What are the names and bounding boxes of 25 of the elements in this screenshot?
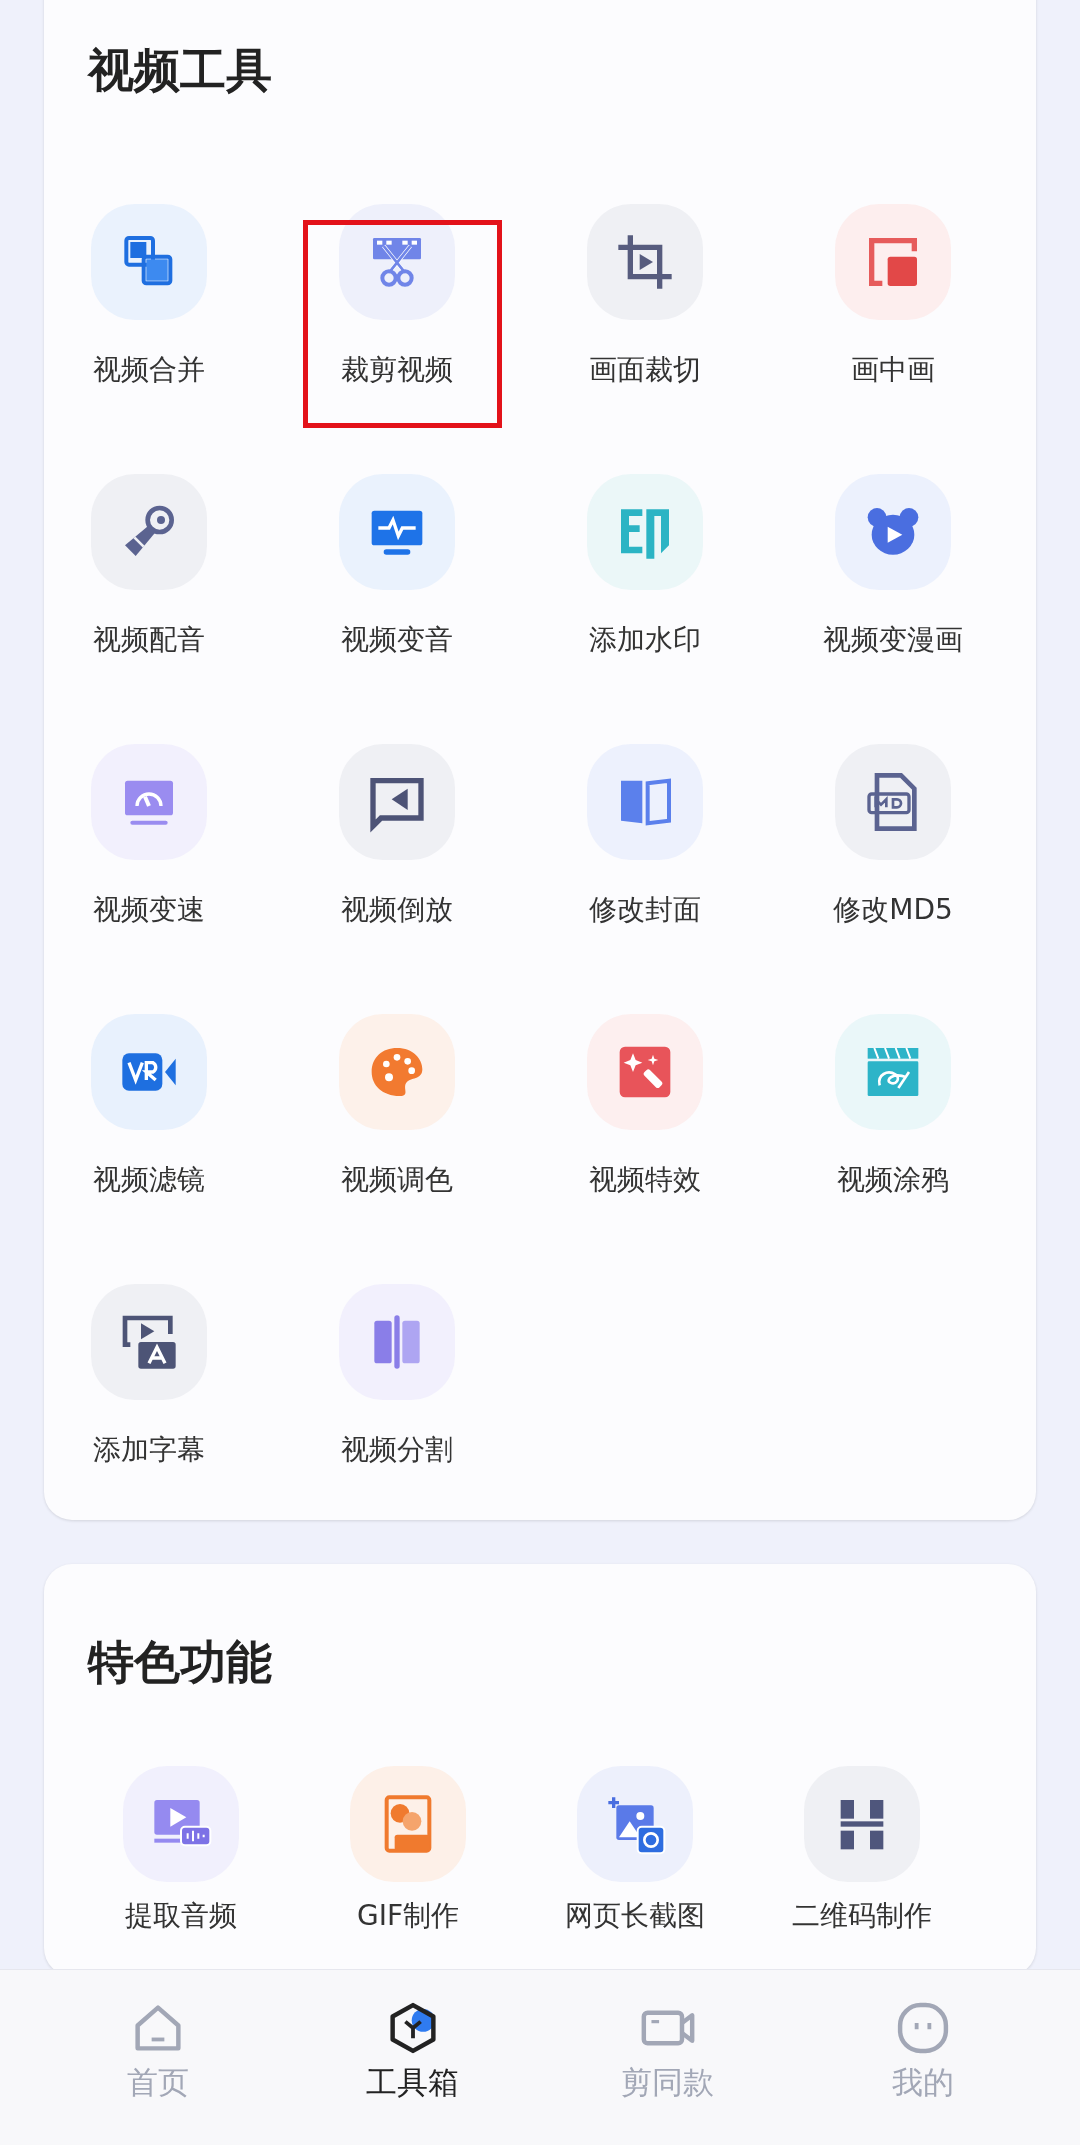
tool-item[interactable]: 视频变音 bbox=[292, 474, 502, 698]
tab[interactable]: 工具箱 bbox=[312, 1970, 513, 2145]
tool-item[interactable]: 视频合并 bbox=[44, 204, 254, 428]
tool-item[interactable]: 视频配音 bbox=[44, 474, 254, 698]
tool-item[interactable]: 视频调色 bbox=[292, 1014, 502, 1238]
tool-item[interactable]: 画面裁切 bbox=[540, 204, 750, 428]
tool-item[interactable]: 二维码制作 bbox=[762, 1766, 962, 1936]
tool-item[interactable]: 视频倒放 bbox=[292, 744, 502, 968]
tool-item[interactable]: 添加水印 bbox=[540, 474, 750, 698]
tool-item[interactable]: 裁剪视频 bbox=[292, 204, 502, 428]
tool-item[interactable]: 视频滤镜 bbox=[44, 1014, 254, 1238]
tool-item[interactable]: 视频分割 bbox=[292, 1284, 502, 1508]
tool-item[interactable]: 修改MD5 bbox=[788, 744, 998, 968]
tool-item[interactable]: 修改封面 bbox=[540, 744, 750, 968]
section-title: 特色功能 bbox=[88, 1634, 273, 1691]
tool-item[interactable]: 画中画 bbox=[788, 204, 998, 428]
tool-item[interactable]: 视频特效 bbox=[540, 1014, 750, 1238]
section-title: 视频工具 bbox=[88, 42, 273, 99]
tool-item[interactable]: 视频变漫画 bbox=[788, 474, 998, 698]
tool-item[interactable]: 添加字幕 bbox=[44, 1284, 254, 1508]
tool-item[interactable]: 视频涂鸦 bbox=[788, 1014, 998, 1238]
tool-item[interactable]: 视频变速 bbox=[44, 744, 254, 968]
tool-item[interactable]: GIF制作 bbox=[308, 1766, 508, 1936]
tool-item[interactable]: 网页长截图 bbox=[535, 1766, 735, 1936]
tool-item[interactable]: 提取音频 bbox=[81, 1766, 281, 1936]
